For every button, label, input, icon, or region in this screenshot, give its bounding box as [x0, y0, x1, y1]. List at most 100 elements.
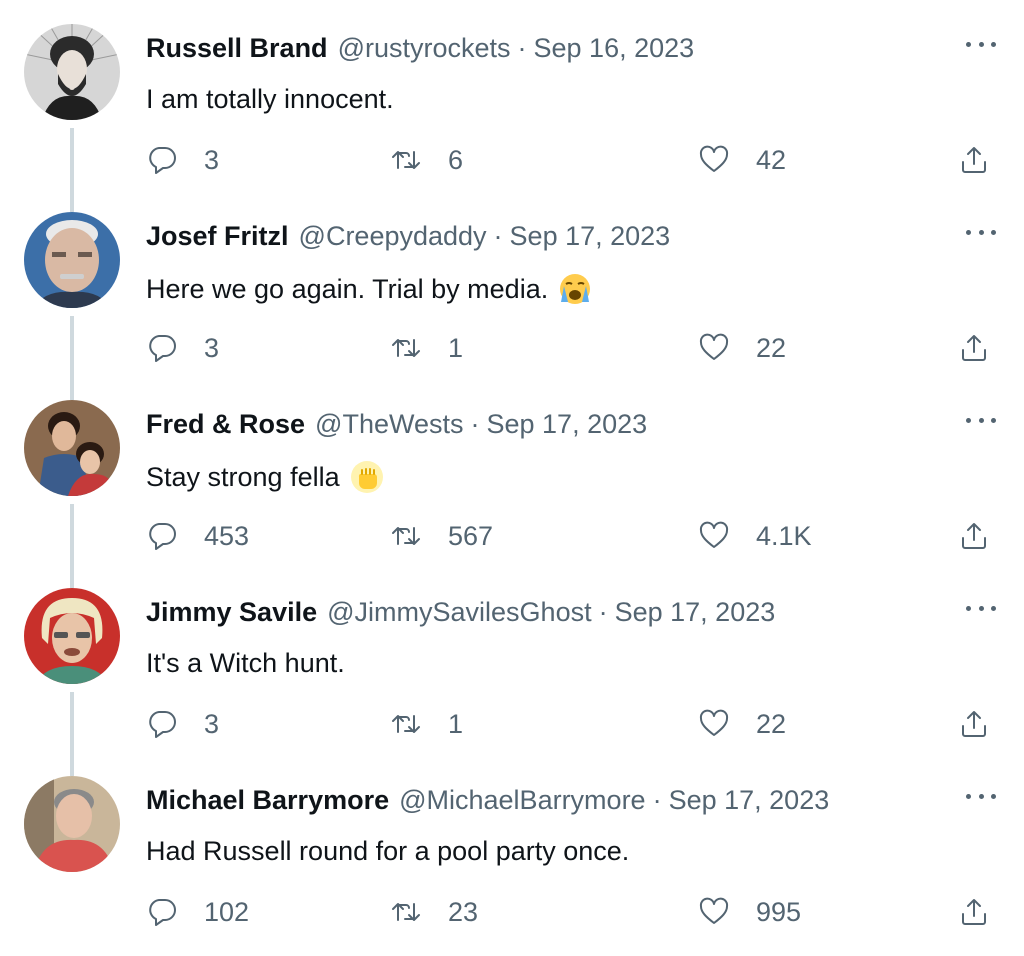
share-button[interactable]	[958, 892, 990, 932]
reply-icon	[149, 523, 176, 550]
tweet[interactable]: Fred & Rose @TheWests · Sep 17, 2023 Sta…	[0, 376, 1024, 588]
tweet[interactable]: Michael Barrymore @MichaelBarrymore · Se…	[0, 752, 1024, 940]
tweet-date[interactable]: Sep 17, 2023	[669, 785, 830, 816]
tweet-text: It's a Witch hunt.	[146, 648, 345, 679]
avatar-column	[24, 400, 120, 588]
like-count: 4.1K	[756, 520, 812, 551]
display-name[interactable]: Michael Barrymore	[146, 785, 389, 816]
tweet-date[interactable]: Sep 17, 2023	[510, 221, 671, 252]
tweet-text: Had Russell round for a pool party once.	[146, 836, 629, 867]
reply-button[interactable]: 3	[146, 704, 219, 744]
more-icon[interactable]	[966, 790, 996, 802]
share-button[interactable]	[958, 704, 990, 744]
tweet-text: Here we go again. Trial by media.	[146, 272, 592, 306]
tweet-text-content: Stay strong fella	[146, 461, 340, 492]
display-name[interactable]: Jimmy Savile	[146, 597, 317, 628]
user-handle[interactable]: @JimmySavilesGhost	[327, 597, 591, 628]
reply-count: 453	[204, 520, 250, 551]
tweet-date[interactable]: Sep 17, 2023	[487, 409, 648, 440]
tweet[interactable]: Jimmy Savile @JimmySavilesGhost · Sep 17…	[0, 564, 1024, 776]
retweet-button[interactable]: 23	[390, 892, 478, 932]
raised-fist-icon	[350, 461, 383, 493]
like-button[interactable]: 22	[698, 328, 786, 368]
tweet[interactable]: Russell Brand @rustyrockets · Sep 16, 20…	[0, 0, 1024, 212]
display-name[interactable]: Fred & Rose	[146, 409, 305, 440]
share-button[interactable]	[958, 516, 990, 556]
tweet[interactable]: Josef Fritzl @Creepydaddy · Sep 17, 2023…	[0, 188, 1024, 400]
user-handle[interactable]: @rustyrockets	[338, 33, 511, 64]
avatar[interactable]	[24, 776, 120, 872]
tweet-text: I am totally innocent.	[146, 84, 394, 115]
like-button[interactable]: 4.1K	[698, 516, 812, 556]
share-icon	[962, 523, 986, 549]
tweet-date[interactable]: Sep 16, 2023	[534, 33, 695, 64]
like-count: 22	[756, 708, 787, 739]
reply-button[interactable]: 3	[146, 328, 219, 368]
tweet-header: Michael Barrymore @MichaelBarrymore · Se…	[146, 782, 829, 818]
retweet-icon	[392, 903, 420, 921]
tweet-actions: 3 6 42	[146, 140, 1006, 180]
retweet-button[interactable]: 1	[390, 704, 463, 744]
like-button[interactable]: 42	[698, 140, 786, 180]
tweet-header: Jimmy Savile @JimmySavilesGhost · Sep 17…	[146, 594, 775, 630]
retweet-button[interactable]: 567	[390, 516, 493, 556]
tweet-text-content: It's a Witch hunt.	[146, 648, 345, 678]
like-count: 995	[756, 896, 802, 927]
like-icon	[699, 145, 729, 172]
share-icon	[962, 899, 986, 925]
like-icon	[699, 521, 729, 548]
reply-count: 3	[204, 332, 220, 363]
avatar[interactable]	[24, 212, 120, 308]
share-icon	[962, 147, 986, 173]
reply-button[interactable]: 453	[146, 516, 249, 556]
retweet-icon	[392, 339, 420, 357]
retweet-icon	[392, 527, 420, 545]
more-icon[interactable]	[966, 226, 996, 238]
like-button[interactable]: 22	[698, 704, 786, 744]
tweet-actions: 453 567 4.1K	[146, 516, 1006, 556]
like-button[interactable]: 995	[698, 892, 801, 932]
tweet-text-content: Had Russell round for a pool party once.	[146, 836, 630, 866]
avatar-column	[24, 212, 120, 400]
retweet-count: 567	[448, 520, 494, 551]
share-button[interactable]	[958, 140, 990, 180]
user-handle[interactable]: @MichaelBarrymore	[399, 785, 645, 816]
share-icon	[962, 711, 986, 737]
reply-count: 3	[204, 708, 220, 739]
retweet-icon	[392, 151, 420, 169]
retweet-button[interactable]: 6	[390, 140, 463, 180]
user-handle[interactable]: @TheWests	[315, 409, 463, 440]
reply-icon	[149, 147, 176, 174]
share-icon	[962, 335, 986, 361]
reply-count: 102	[204, 896, 250, 927]
share-button[interactable]	[958, 328, 990, 368]
more-icon[interactable]	[966, 602, 996, 614]
user-handle[interactable]: @Creepydaddy	[299, 221, 487, 252]
retweet-count: 1	[448, 332, 464, 363]
more-icon[interactable]	[966, 414, 996, 426]
reply-button[interactable]: 102	[146, 892, 249, 932]
retweet-button[interactable]: 1	[390, 328, 463, 368]
reply-button[interactable]: 3	[146, 140, 219, 180]
display-name[interactable]: Russell Brand	[146, 33, 328, 64]
more-icon[interactable]	[966, 38, 996, 50]
tweet-text-content: I am totally innocent.	[146, 84, 394, 114]
retweet-icon	[392, 715, 420, 733]
tweet-actions: 3 1 22	[146, 704, 1006, 744]
tweet-thread: Russell Brand @rustyrockets · Sep 16, 20…	[0, 0, 1024, 956]
separator: ·	[652, 784, 662, 815]
avatar[interactable]	[24, 400, 120, 496]
like-count: 22	[756, 332, 787, 363]
avatar[interactable]	[24, 588, 120, 684]
retweet-count: 1	[448, 708, 464, 739]
display-name[interactable]: Josef Fritzl	[146, 221, 289, 252]
tweet-date[interactable]: Sep 17, 2023	[615, 597, 776, 628]
avatar-column	[24, 24, 120, 212]
like-count: 42	[756, 144, 787, 175]
reply-count: 3	[204, 144, 220, 175]
tweet-text-content: Here we go again. Trial by media.	[146, 273, 549, 304]
avatar[interactable]	[24, 24, 120, 120]
tweet-header: Josef Fritzl @Creepydaddy · Sep 17, 2023	[146, 218, 670, 254]
tweet-header: Russell Brand @rustyrockets · Sep 16, 20…	[146, 30, 694, 66]
tweet-actions: 102 23 995	[146, 892, 1006, 932]
